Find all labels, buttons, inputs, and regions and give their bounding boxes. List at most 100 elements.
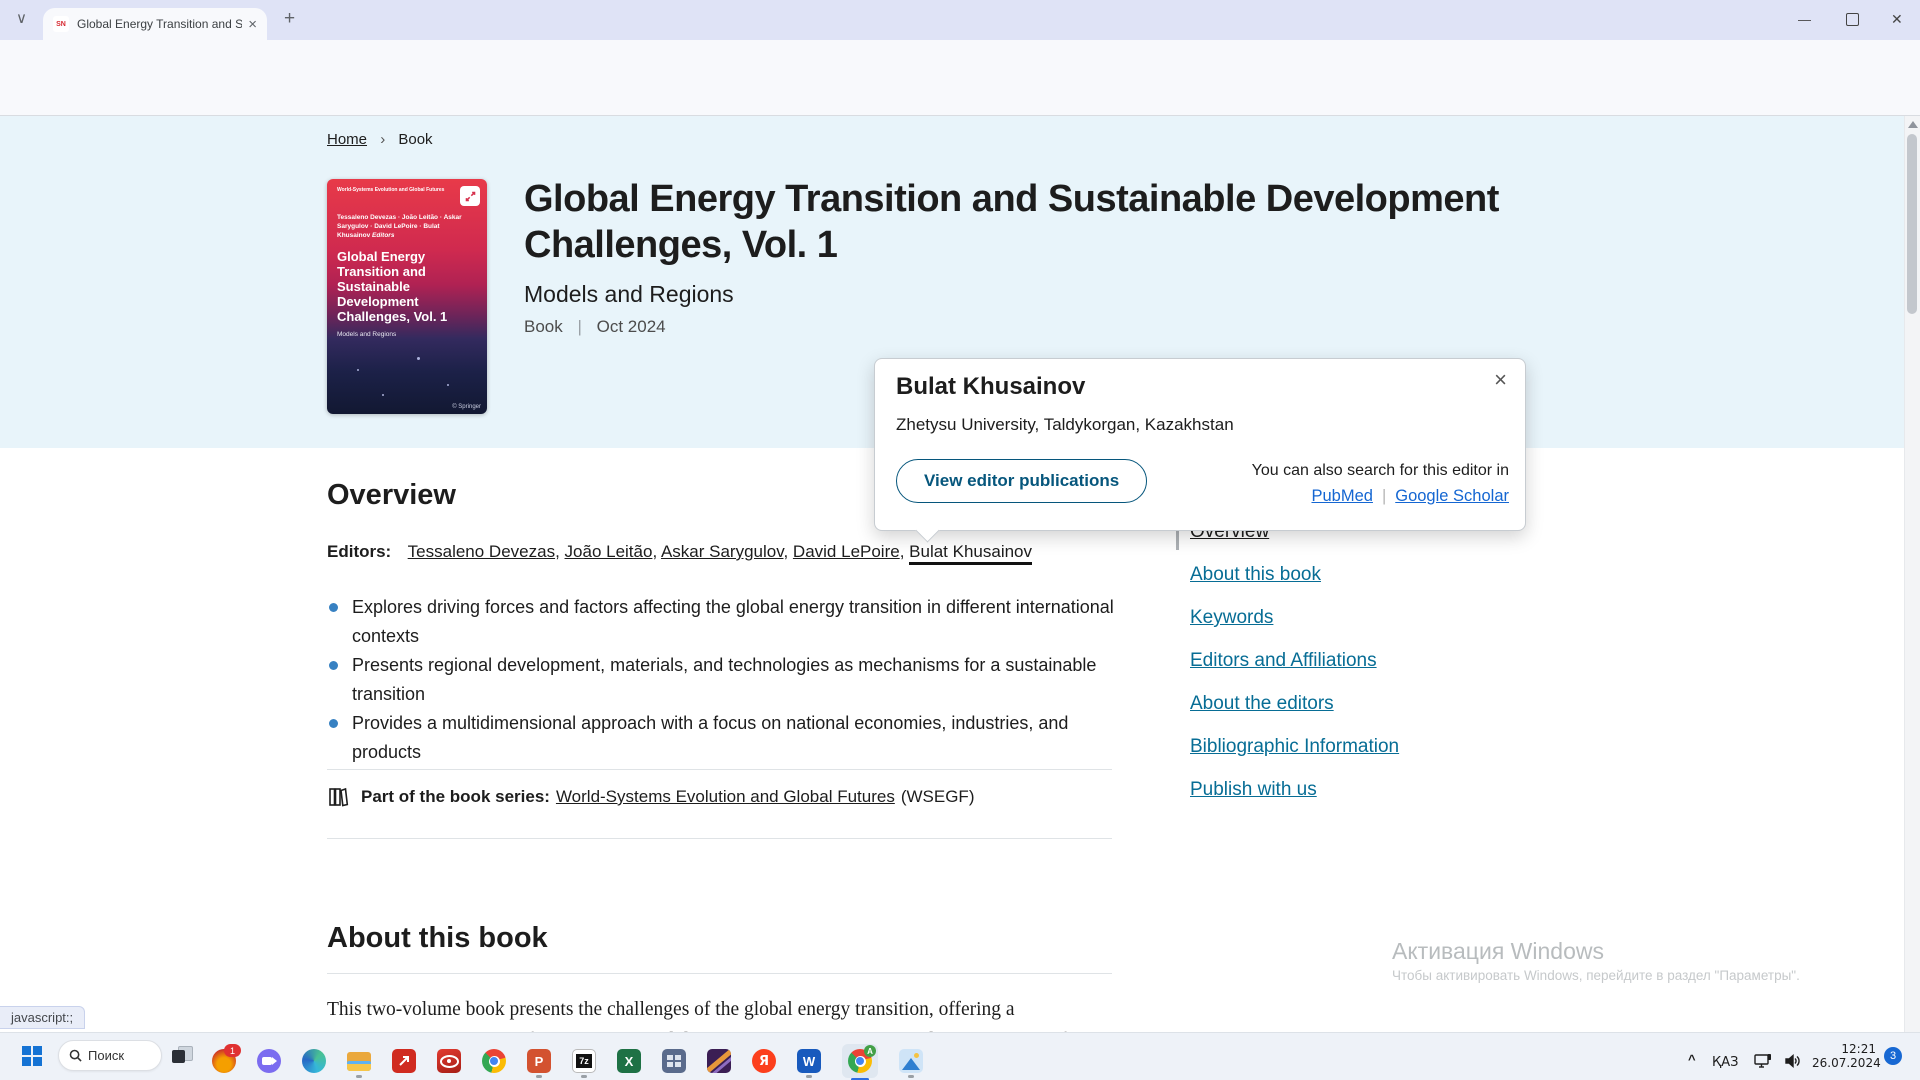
editor-link[interactable]: Tessaleno Devezas	[408, 542, 555, 561]
yandex-browser-icon[interactable]: Я	[752, 1049, 776, 1073]
editor-link[interactable]: David LePoire	[793, 542, 900, 561]
red-arrow-app-icon[interactable]	[392, 1049, 416, 1073]
cover-decor-dot	[447, 384, 449, 386]
cover-subtitle-text: Models and Regions	[337, 331, 396, 338]
scrollbar-thumb[interactable]	[1907, 134, 1917, 314]
chrome-pinned-icon[interactable]	[482, 1049, 506, 1073]
section-nav: Overview About this book Keywords Editor…	[1190, 521, 1399, 822]
cover-editors-text: Tessaleno Devezas · João Leitão · Askar …	[337, 213, 467, 240]
popup-affiliation: Zhetysu University, Taldykorgan, Kazakhs…	[896, 415, 1234, 435]
browser-tab[interactable]: SN Global Energy Transition and Su ×	[43, 8, 267, 40]
breadcrumb-current: Book	[398, 131, 432, 148]
tab-close-icon[interactable]: ×	[248, 16, 257, 33]
breadcrumb-home-link[interactable]: Home	[327, 131, 367, 148]
editor-sep: ,	[900, 542, 909, 561]
network-icon[interactable]	[1754, 1053, 1772, 1069]
chrome-active-icon[interactable]: A	[842, 1044, 878, 1078]
nav-editors-affiliations[interactable]: Editors and Affiliations	[1190, 650, 1399, 672]
word-icon[interactable]: W	[797, 1049, 821, 1073]
list-item: Provides a multidimensional approach wit…	[327, 709, 1142, 767]
series-prefix: Part of the book series:	[361, 787, 550, 807]
cover-copyright: © Springer	[452, 404, 481, 410]
page-subtitle: Models and Regions	[524, 281, 734, 308]
breadcrumb: Home › Book	[327, 131, 433, 148]
cover-expand-icon[interactable]	[460, 186, 480, 206]
photos-app-icon[interactable]	[899, 1049, 923, 1073]
taskbar-search-label: Поиск	[88, 1048, 124, 1063]
tab-strip: ∨ SN Global Energy Transition and Su × +…	[0, 0, 1920, 40]
pubmed-link[interactable]: PubMed	[1311, 487, 1372, 505]
new-tab-button[interactable]: +	[284, 8, 295, 30]
window-close-button[interactable]: ✕	[1891, 11, 1903, 28]
taskbar-search[interactable]: Поиск	[58, 1040, 162, 1071]
nav-about-the-editors[interactable]: About the editors	[1190, 693, 1399, 715]
keyboard-layout-indicator[interactable]: ҚАЗ	[1712, 1055, 1738, 1070]
overview-heading: Overview	[327, 479, 456, 512]
highlights-list: Explores driving forces and factors affe…	[327, 593, 1142, 767]
start-button[interactable]	[22, 1046, 42, 1066]
editor-link-active[interactable]: Bulat Khusainov	[909, 542, 1032, 565]
notification-badge[interactable]: 3	[1884, 1047, 1902, 1065]
calculator-icon[interactable]	[662, 1049, 686, 1073]
status-bubble: javascript:;	[0, 1006, 85, 1029]
edge-browser-icon[interactable]	[302, 1049, 326, 1073]
popup-search-hint: You can also search for this editor in	[1252, 462, 1509, 480]
book-meta: Book | Oct 2024	[524, 317, 666, 337]
editor-sep: ,	[652, 542, 661, 561]
popup-editor-name: Bulat Khusainov	[896, 373, 1085, 401]
bullet-dot	[329, 719, 338, 728]
design-app-icon[interactable]	[707, 1049, 731, 1073]
series-link[interactable]: World-Systems Evolution and Global Futur…	[556, 787, 895, 807]
popup-close-icon[interactable]: ×	[1494, 367, 1507, 393]
cover-title-text: Global Energy Transition and Sustainable…	[337, 249, 462, 324]
tray-chevron-icon[interactable]: ^	[1688, 1052, 1696, 1067]
tab-title: Global Energy Transition and Su	[77, 17, 242, 31]
book-series-icon	[327, 786, 349, 808]
book-cover[interactable]: World-Systems Evolution and Global Futur…	[327, 179, 487, 414]
editor-sep: ,	[555, 542, 564, 561]
task-view-icon[interactable]	[172, 1046, 192, 1066]
scrollbar-up-arrow[interactable]	[1908, 121, 1918, 128]
list-item: Presents regional development, materials…	[327, 651, 1142, 709]
torch-badge: 1	[224, 1044, 241, 1057]
red-eye-app-icon[interactable]	[437, 1049, 461, 1073]
window-minimize-button[interactable]: —	[1798, 12, 1811, 27]
file-explorer-icon[interactable]	[347, 1049, 371, 1073]
editor-link[interactable]: Askar Sarygulov	[661, 542, 784, 561]
taskbar-icons: 1	[212, 1044, 923, 1078]
meta-type: Book	[524, 317, 563, 336]
windows-activation-watermark: Активация Windows	[1392, 938, 1604, 965]
cover-decor-dot	[382, 394, 384, 396]
google-scholar-link[interactable]: Google Scholar	[1395, 487, 1509, 505]
cover-decor-dot	[417, 357, 420, 360]
chat-app-icon[interactable]	[257, 1049, 281, 1073]
nav-bibliographic-information[interactable]: Bibliographic Information	[1190, 736, 1399, 758]
editors-label: Editors:	[327, 542, 391, 561]
editor-sep: ,	[783, 542, 792, 561]
taskbar-clock[interactable]: 12:21 26.07.2024	[1812, 1042, 1876, 1070]
view-editor-publications-button[interactable]: View editor publications	[896, 459, 1147, 503]
book-series-row: Part of the book series: World-Systems E…	[327, 786, 974, 808]
divider	[327, 973, 1112, 974]
springer-favicon-icon: SN	[53, 16, 69, 32]
excel-icon[interactable]: X	[617, 1049, 641, 1073]
popup-caret	[915, 518, 939, 542]
nav-keywords[interactable]: Keywords	[1190, 607, 1399, 629]
volume-icon[interactable]	[1784, 1053, 1802, 1069]
powerpoint-icon[interactable]: P	[527, 1049, 551, 1073]
meta-separator: |	[577, 317, 581, 336]
tab-search-chevron-icon[interactable]: ∨	[16, 9, 27, 27]
divider	[327, 769, 1112, 770]
torch-app-icon[interactable]: 1	[212, 1049, 236, 1073]
window-maximize-button[interactable]	[1846, 13, 1859, 26]
meta-date: Oct 2024	[597, 317, 666, 336]
7zip-icon[interactable]: 7z	[572, 1049, 596, 1073]
page-title: Global Energy Transition and Sustainable…	[524, 176, 1584, 268]
editors-row: Editors: Tessaleno Devezas, João Leitão,…	[327, 542, 1032, 562]
cover-decor-dot	[357, 369, 359, 371]
editor-link[interactable]: João Leitão	[565, 542, 653, 561]
windows-activation-hint: Чтобы активировать Windows, перейдите в …	[1392, 968, 1800, 983]
nav-publish-with-us[interactable]: Publish with us	[1190, 779, 1399, 801]
editor-popup: Bulat Khusainov × Zhetysu University, Ta…	[874, 358, 1526, 531]
nav-about-this-book[interactable]: About this book	[1190, 564, 1399, 586]
